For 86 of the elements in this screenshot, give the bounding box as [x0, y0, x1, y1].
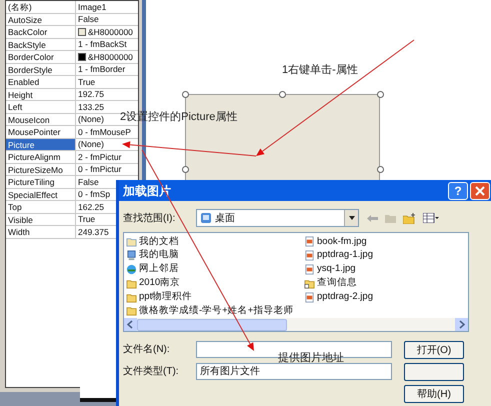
property-name[interactable]: PictureSizeMo — [6, 164, 76, 175]
file-name-label: 文件名(N): — [123, 342, 171, 357]
file-item[interactable]: 查询信息 — [304, 276, 466, 290]
property-value[interactable]: (None) — [78, 138, 104, 150]
property-name[interactable]: Top — [6, 201, 76, 212]
property-name[interactable]: Height — [6, 88, 76, 100]
resize-handle[interactable] — [278, 90, 286, 98]
property-value[interactable]: 162.25 — [78, 200, 104, 213]
file-item[interactable]: 2010南京 — [126, 276, 304, 290]
open-button[interactable]: 打开(O) — [404, 341, 464, 359]
property-name[interactable]: (名称) — [6, 1, 76, 12]
property-value[interactable]: False — [78, 176, 99, 188]
image-file-icon — [304, 292, 315, 303]
property-name[interactable]: SpecialEffect — [6, 188, 76, 200]
folder-icon — [126, 292, 137, 303]
horizontal-scrollbar[interactable] — [124, 318, 468, 331]
computer-icon — [126, 250, 137, 262]
resize-handle[interactable] — [182, 90, 188, 98]
file-item[interactable]: ppt物理积件 — [126, 290, 304, 304]
file-item[interactable]: 网上邻居 — [126, 262, 304, 276]
property-value[interactable]: (None) — [78, 113, 104, 126]
dialog-button[interactable] — [404, 363, 464, 381]
new-folder-icon[interactable] — [403, 212, 416, 224]
file-item[interactable]: 我的文档 — [126, 235, 304, 248]
property-value[interactable]: Image1 — [78, 0, 106, 13]
help-button[interactable]: ? — [448, 182, 468, 200]
property-name[interactable]: PictureAlignm — [6, 151, 76, 162]
scroll-left-icon[interactable] — [124, 318, 137, 331]
file-item[interactable]: ysq-1.jpg — [304, 262, 466, 276]
property-name[interactable]: Picture — [6, 138, 76, 150]
annotation-text: 1右键单击-属性 — [282, 63, 358, 78]
file-type-dropdown[interactable]: 所有图片文件 — [196, 363, 392, 380]
look-in-label: 查找范围(I): — [123, 212, 176, 226]
desktop-icon — [200, 212, 212, 224]
close-icon — [475, 186, 485, 196]
property-name[interactable]: MouseIcon — [6, 114, 76, 125]
image-file-icon — [304, 250, 315, 262]
property-value[interactable]: 1 - fmBorder — [78, 63, 126, 76]
property-value[interactable]: 133.25 — [78, 100, 104, 113]
network-icon — [126, 264, 137, 275]
property-name[interactable]: Left — [6, 101, 76, 112]
property-value[interactable]: True — [78, 76, 96, 88]
close-button[interactable] — [470, 182, 490, 200]
file-item[interactable]: 我的电脑 — [126, 248, 304, 262]
property-name[interactable]: Visible — [6, 214, 76, 225]
file-type-label: 文件类型(T): — [123, 364, 180, 379]
property-name[interactable]: PictureTiling — [6, 176, 76, 188]
property-name[interactable]: Width — [6, 226, 76, 238]
resize-handle[interactable] — [182, 166, 188, 172]
annotation-text: 提供图片地址 — [278, 351, 344, 366]
help-text-button[interactable]: 帮助(H) — [404, 385, 464, 403]
folder-icon — [126, 236, 137, 248]
look-in-dropdown[interactable]: 桌面 — [196, 209, 359, 227]
folder-icon — [126, 278, 137, 289]
property-value[interactable]: 1 - fmBackSt — [78, 38, 127, 50]
property-value[interactable]: 249.375 — [78, 226, 109, 238]
folder-icon — [304, 278, 315, 289]
property-name[interactable]: Enabled — [6, 76, 76, 88]
property-value[interactable]: 0 - fmPictur — [78, 163, 122, 176]
folder-icon — [126, 305, 137, 316]
property-value[interactable]: False — [78, 13, 99, 26]
property-value[interactable]: 0 - fmMouseP — [78, 126, 131, 138]
property-name[interactable]: MousePointer — [6, 126, 76, 138]
property-value[interactable]: 192.75 — [78, 88, 104, 100]
property-value[interactable]: &H8000000 — [88, 50, 133, 63]
file-item[interactable]: book-fm.jpg — [304, 235, 466, 248]
file-item[interactable]: pptdrag-2.jpg — [304, 290, 466, 304]
image-file-icon — [304, 236, 315, 248]
resize-handle[interactable] — [376, 90, 384, 98]
property-name[interactable]: BackStyle — [6, 38, 76, 50]
property-name[interactable]: BorderStyle — [6, 64, 76, 75]
scroll-thumb[interactable] — [137, 318, 287, 330]
property-value[interactable]: 2 - fmPictur — [78, 150, 122, 163]
file-item[interactable]: pptdrag-1.jpg — [304, 248, 466, 262]
look-in-value: 桌面 — [215, 212, 236, 226]
view-menu-icon[interactable] — [423, 213, 439, 223]
property-value[interactable]: 0 - fmSp — [78, 188, 110, 200]
property-name[interactable]: BorderColor — [6, 51, 76, 62]
property-value[interactable]: True — [78, 213, 96, 226]
scroll-right-icon[interactable] — [455, 318, 468, 331]
property-value[interactable]: &H8000000 — [88, 26, 133, 38]
dropdown-button[interactable] — [344, 210, 358, 226]
property-name[interactable]: BackColor — [6, 26, 76, 38]
image-file-icon — [304, 264, 315, 275]
property-name[interactable]: AutoSize — [6, 14, 76, 25]
caret-icon — [348, 216, 354, 220]
